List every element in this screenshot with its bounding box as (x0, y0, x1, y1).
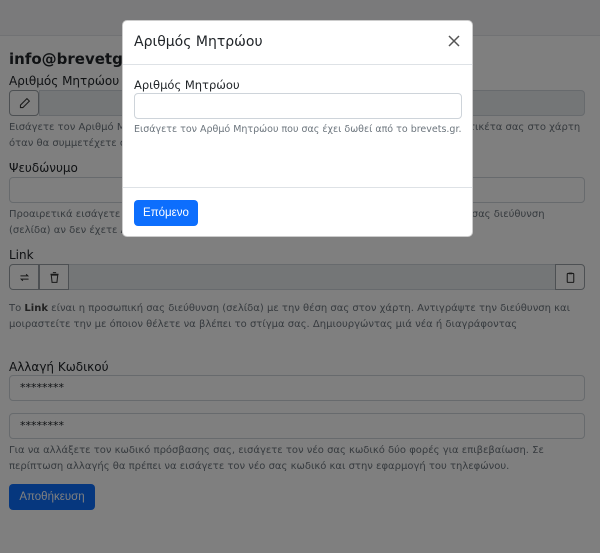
next-button[interactable]: Επόμενο (134, 200, 198, 226)
registration-modal: Αριθμός Μητρώου Αριθμός Μητρώου Εισάγετε… (122, 20, 473, 237)
close-icon[interactable] (446, 33, 462, 49)
modal-help: Εισάγετε τον Αρθμό Μητρώου που σας έχει … (134, 124, 462, 135)
modal-footer: Επόμενο (123, 187, 472, 238)
modal-field-label: Αριθμός Μητρώου (134, 78, 240, 92)
modal-registration-input[interactable] (134, 93, 462, 119)
modal-title: Αριθμός Μητρώου (134, 34, 263, 50)
modal-header: Αριθμός Μητρώου (123, 21, 472, 65)
